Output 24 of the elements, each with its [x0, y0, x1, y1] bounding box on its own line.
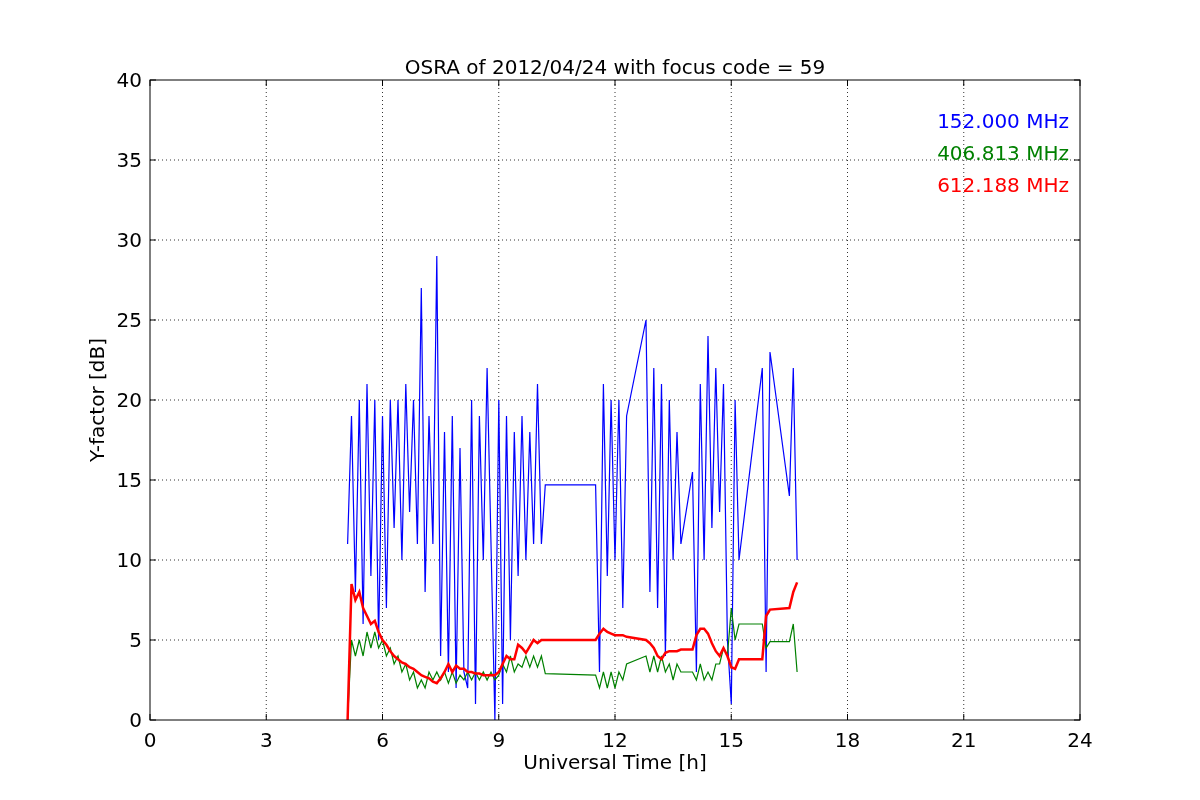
x-tick-label: 18	[834, 728, 861, 752]
y-tick-label: 35	[116, 148, 142, 172]
legend-label: 152.000 MHz	[937, 109, 1069, 133]
y-tick-label: 40	[116, 68, 142, 92]
y-tick-label: 10	[116, 548, 142, 572]
chart-title: OSRA of 2012/04/24 with focus code = 59	[404, 55, 826, 79]
x-axis-label: Universal Time [h]	[523, 750, 707, 774]
y-axis-label: Y-factor [dB]	[85, 338, 109, 462]
x-tick-label: 3	[259, 728, 273, 752]
x-tick-label: 15	[718, 728, 744, 752]
y-tick-label: 5	[129, 628, 142, 652]
y-tick-label: 0	[129, 708, 142, 732]
y-tick-label: 30	[116, 228, 142, 252]
x-tick-label: 21	[951, 728, 977, 752]
x-tick-label: 0	[143, 728, 157, 752]
x-tick-label: 9	[492, 728, 506, 752]
legend-label: 612.188 MHz	[937, 173, 1069, 197]
y-tick-label: 20	[116, 388, 142, 412]
y-tick-label: 15	[116, 468, 142, 492]
x-tick-label: 24	[1067, 728, 1093, 752]
legend-label: 406.813 MHz	[937, 141, 1069, 165]
y-tick-label: 25	[116, 308, 142, 332]
x-tick-label: 6	[376, 728, 389, 752]
x-tick-label: 12	[602, 728, 628, 752]
